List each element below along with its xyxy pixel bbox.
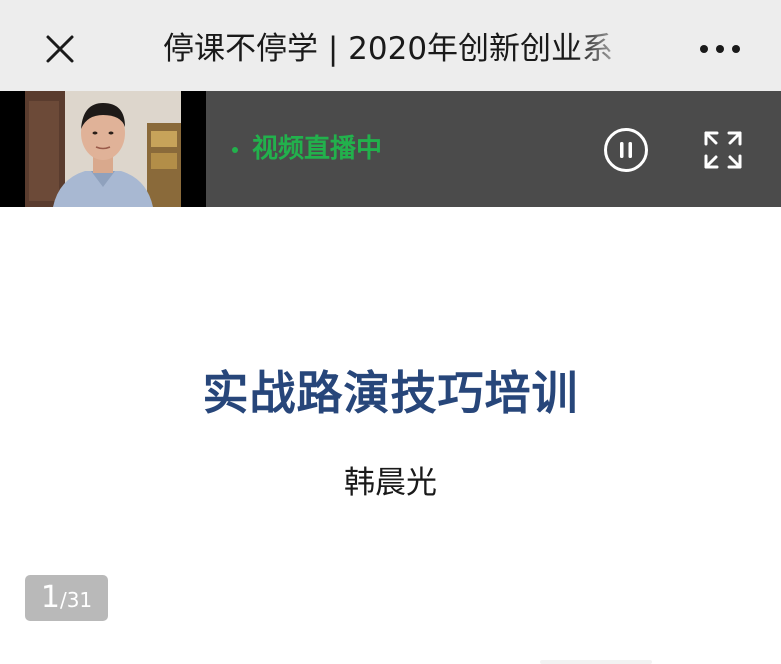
page-title: 停课不停学 | 2020年创新创业系 bbox=[163, 31, 614, 67]
close-icon[interactable] bbox=[40, 29, 80, 69]
page-total: 31 bbox=[66, 588, 93, 612]
video-preview[interactable] bbox=[0, 91, 206, 207]
pause-icon[interactable] bbox=[603, 127, 649, 173]
presentation-slide: 实战路演技巧培训 韩晨光 1/31 bbox=[0, 207, 781, 664]
page-separator: / bbox=[59, 588, 67, 612]
live-video-bar: 视频直播中 bbox=[0, 91, 781, 207]
page-indicator: 1/31 bbox=[25, 575, 108, 621]
top-nav-bar: 停课不停学 | 2020年创新创业系 bbox=[0, 0, 781, 91]
fullscreen-icon[interactable] bbox=[704, 131, 742, 169]
presenter-video bbox=[25, 91, 181, 207]
bottom-edge-hint bbox=[540, 660, 652, 664]
slide-title: 实战路演技巧培训 bbox=[202, 366, 579, 420]
live-indicator-dot bbox=[232, 146, 238, 153]
live-status: 视频直播中 bbox=[226, 129, 382, 169]
live-lecture-page: 停课不停学 | 2020年创新创业系 视频直播中 实战路演技巧培训 韩晨光 1/… bbox=[0, 0, 781, 664]
page-current: 1 bbox=[40, 580, 60, 615]
more-icon[interactable] bbox=[696, 34, 744, 64]
live-status-label: 视频直播中 bbox=[252, 134, 383, 164]
slide-author: 韩晨光 bbox=[344, 465, 437, 501]
